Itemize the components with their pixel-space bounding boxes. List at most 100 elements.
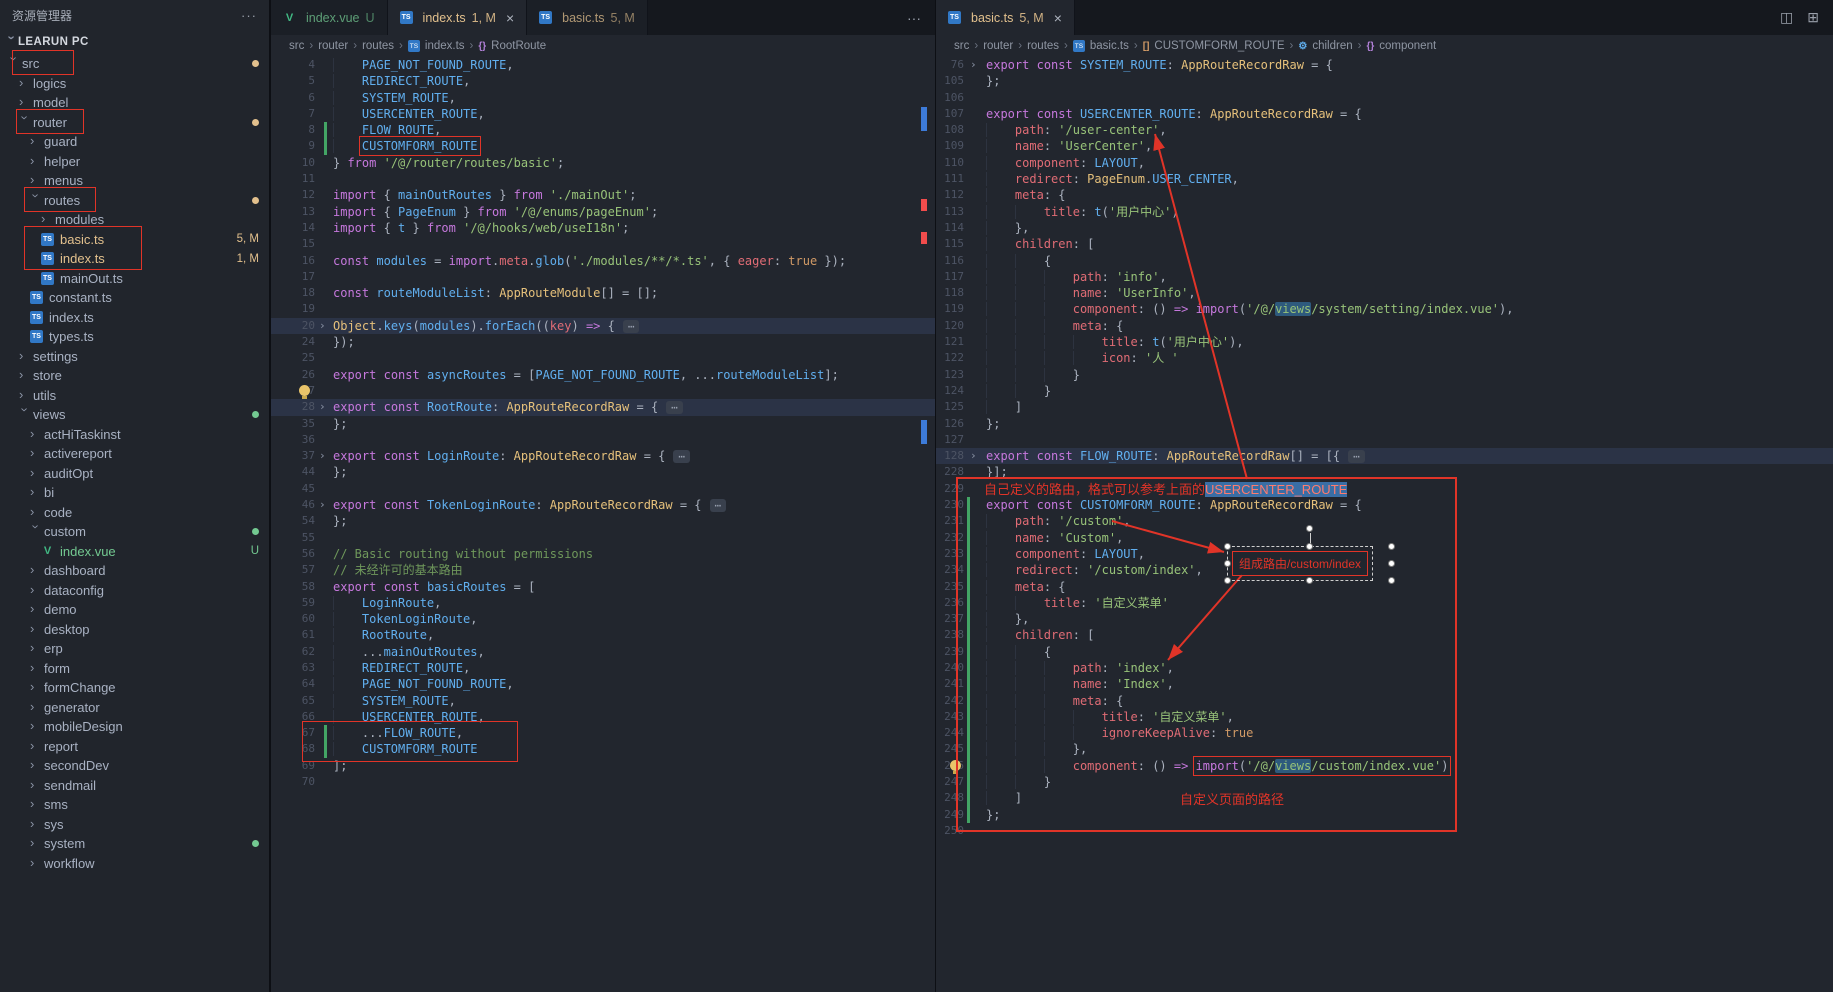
breadcrumb-item-routes[interactable]: routes: [1027, 40, 1059, 52]
breadcrumb-item-router[interactable]: router: [983, 40, 1013, 52]
fold-chevron-icon[interactable]: ›: [319, 318, 326, 334]
tree-item-mobileDesign[interactable]: ›mobileDesign: [0, 717, 269, 737]
lightbulb-icon[interactable]: [299, 385, 310, 396]
code-line-248: 248 ]: [936, 790, 1833, 806]
fold-chevron-icon[interactable]: ›: [319, 399, 326, 415]
tree-item-modules[interactable]: ›modules: [0, 210, 269, 230]
tree-item-formChange[interactable]: ›formChange: [0, 678, 269, 698]
code-editor-basic-ts[interactable]: 76›export const SYSTEM_ROUTE: AppRouteRe…: [936, 57, 1833, 992]
line-number: 56: [271, 546, 315, 562]
git-added-gutter: [967, 644, 970, 660]
fold-chevron-icon[interactable]: ›: [970, 57, 977, 73]
tree-item-secondDev[interactable]: ›secondDev: [0, 756, 269, 776]
tree-item-system[interactable]: ›system: [0, 834, 269, 854]
code-line-63: 63 REDIRECT_ROUTE,: [271, 660, 935, 676]
breadcrumb-item-RootRoute[interactable]: RootRoute: [491, 40, 546, 52]
project-root[interactable]: › LEARUN PC: [0, 30, 269, 54]
chevron-right-icon: ›: [30, 504, 42, 519]
tree-item-auditOpt[interactable]: ›auditOpt: [0, 464, 269, 484]
tree-item-sendmail[interactable]: ›sendmail: [0, 776, 269, 796]
tree-item-menus[interactable]: ›menus: [0, 171, 269, 191]
tree-item-views[interactable]: ›views: [0, 405, 269, 425]
tree-item-helper[interactable]: ›helper: [0, 152, 269, 172]
tree-item-guard[interactable]: ›guard: [0, 132, 269, 152]
overview-ruler[interactable]: [921, 0, 927, 992]
line-number: 116: [936, 253, 964, 269]
tree-item-custom[interactable]: ›custom: [0, 522, 269, 542]
tree-item-label: demo: [44, 602, 77, 617]
line-number: 120: [936, 318, 964, 334]
fold-chevron-icon[interactable]: ›: [319, 448, 326, 464]
tree-item-code[interactable]: ›code: [0, 503, 269, 523]
line-number: 66: [271, 709, 315, 725]
chevron-right-icon: ›: [30, 465, 42, 480]
tree-item-dashboard[interactable]: ›dashboard: [0, 561, 269, 581]
chevron-right-icon: ›: [30, 153, 42, 168]
code-editor-index-ts[interactable]: 4 PAGE_NOT_FOUND_ROUTE,5 REDIRECT_ROUTE,…: [271, 57, 935, 992]
tree-item-desktop[interactable]: ›desktop: [0, 620, 269, 640]
chevron-right-icon: ›: [30, 660, 42, 675]
tree-item-dataconfig[interactable]: ›dataconfig: [0, 581, 269, 601]
breadcrumb-item-component[interactable]: component: [1379, 40, 1436, 52]
editor-actions-more-icon[interactable]: ···: [907, 10, 921, 26]
tree-item-basic.ts[interactable]: TSbasic.ts5, M: [0, 230, 269, 250]
tree-item-label: modules: [55, 212, 104, 227]
tree-item-sms[interactable]: ›sms: [0, 795, 269, 815]
tree-item-src[interactable]: ›src: [0, 54, 269, 74]
git-added-gutter: [324, 725, 327, 741]
breadcrumb-item-router[interactable]: router: [318, 40, 348, 52]
split-editor-icon[interactable]: ◫: [1780, 9, 1793, 26]
tree-item-demo[interactable]: ›demo: [0, 600, 269, 620]
tree-item-index.ts[interactable]: TSindex.ts: [0, 308, 269, 328]
chevron-right-icon: ›: [30, 718, 42, 733]
fold-chevron-icon[interactable]: ›: [970, 448, 977, 464]
tree-item-index.vue[interactable]: Vindex.vueU: [0, 542, 269, 562]
tree-item-model[interactable]: ›model: [0, 93, 269, 113]
breadcrumb-item-basic.ts[interactable]: basic.ts: [1090, 40, 1129, 52]
code-line-122: 122 icon: '人 ': [936, 350, 1833, 366]
git-badge: 5, M: [237, 233, 259, 245]
line-number: 121: [936, 334, 964, 350]
tree-item-erp[interactable]: ›erp: [0, 639, 269, 659]
tree-item-mainOut.ts[interactable]: TSmainOut.ts: [0, 269, 269, 289]
tree-item-types.ts[interactable]: TStypes.ts: [0, 327, 269, 347]
breadcrumb-item-CUSTOMFORM_ROUTE[interactable]: CUSTOMFORM_ROUTE: [1154, 40, 1284, 52]
tree-item-store[interactable]: ›store: [0, 366, 269, 386]
tree-item-constant.ts[interactable]: TSconstant.ts: [0, 288, 269, 308]
breadcrumb-item-src[interactable]: src: [289, 40, 304, 52]
tab-index.ts[interactable]: TSindex.ts1, M×: [388, 0, 528, 35]
editor-layout-icon[interactable]: ⊞: [1807, 9, 1819, 26]
breadcrumb-item-index.ts[interactable]: index.ts: [425, 40, 465, 52]
fold-chevron-icon[interactable]: ›: [319, 497, 326, 513]
tab-basic.ts[interactable]: TSbasic.ts5, M: [527, 0, 648, 35]
tree-item-form[interactable]: ›form: [0, 659, 269, 679]
tab-basic.ts[interactable]: TSbasic.ts5, M×: [936, 0, 1075, 35]
tree-item-report[interactable]: ›report: [0, 737, 269, 757]
tree-item-index.ts[interactable]: TSindex.ts1, M: [0, 249, 269, 269]
line-number: 67: [271, 725, 315, 741]
code-line-246: 246 component: () => import('/@/views/cu…: [936, 758, 1833, 774]
tree-item-bi[interactable]: ›bi: [0, 483, 269, 503]
code-line-28: 28›export const RootRoute: AppRouteRecor…: [271, 399, 935, 415]
close-icon[interactable]: ×: [506, 10, 514, 26]
tree-item-activereport[interactable]: ›activereport: [0, 444, 269, 464]
explorer-more-icon[interactable]: ···: [241, 8, 257, 23]
tree-item-routes[interactable]: ›routes: [0, 191, 269, 211]
breadcrumb-item-src[interactable]: src: [954, 40, 969, 52]
tree-item-logics[interactable]: ›logics: [0, 74, 269, 94]
tree-item-generator[interactable]: ›generator: [0, 698, 269, 718]
code-line-120: 120 meta: {: [936, 318, 1833, 334]
tree-item-actHiTaskinst[interactable]: ›actHiTaskinst: [0, 425, 269, 445]
close-icon[interactable]: ×: [1054, 10, 1062, 26]
tab-index.vue[interactable]: Vindex.vueU: [271, 0, 388, 35]
tree-item-sys[interactable]: ›sys: [0, 815, 269, 835]
tree-item-utils[interactable]: ›utils: [0, 386, 269, 406]
lightbulb-icon[interactable]: [950, 760, 961, 771]
breadcrumb-item-routes[interactable]: routes: [362, 40, 394, 52]
breadcrumb-item-children[interactable]: children: [1312, 40, 1352, 52]
tree-item-workflow[interactable]: ›workflow: [0, 854, 269, 874]
tree-item-router[interactable]: ›router: [0, 113, 269, 133]
ts-file-icon: TS: [948, 11, 961, 24]
code-line-12: 12import { mainOutRoutes } from './mainO…: [271, 187, 935, 203]
tree-item-settings[interactable]: ›settings: [0, 347, 269, 367]
